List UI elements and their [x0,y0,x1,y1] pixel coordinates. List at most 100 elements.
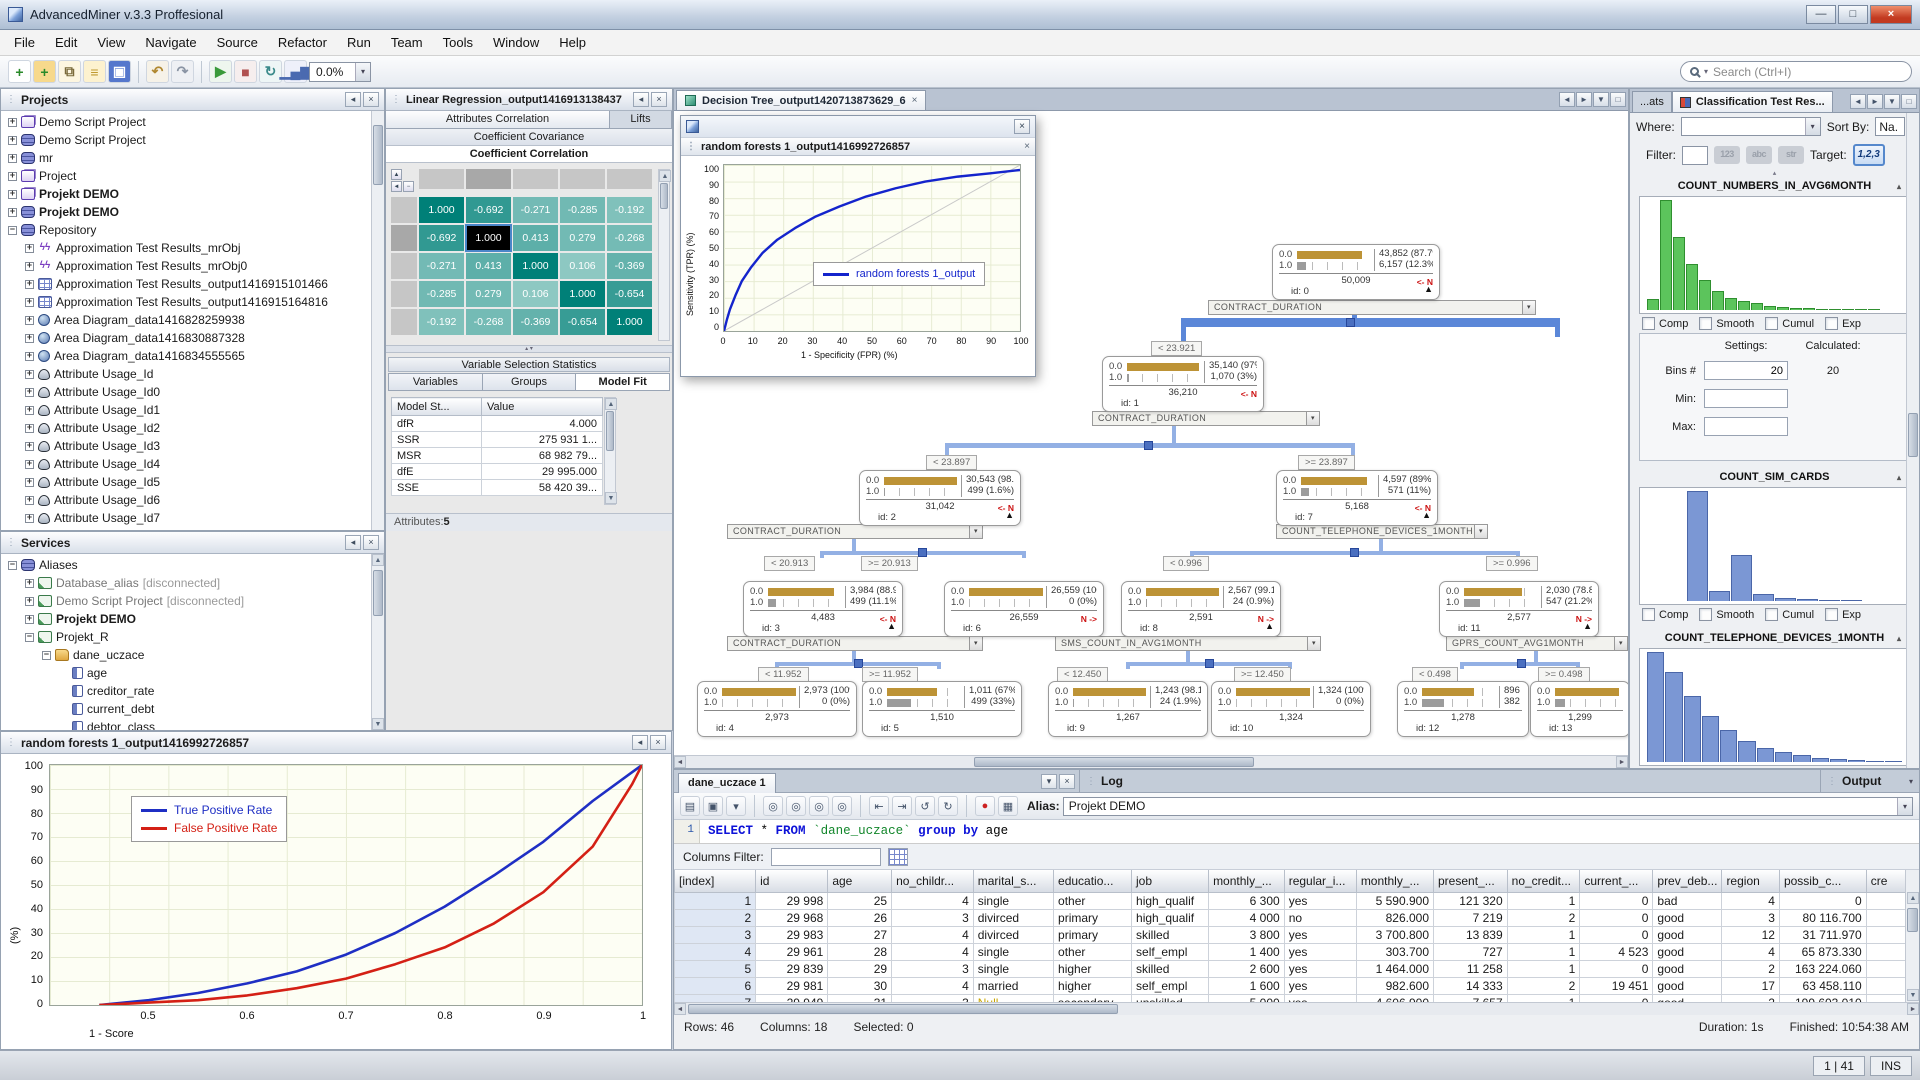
column-header[interactable]: marital_s... [973,870,1053,892]
menu-edit[interactable]: Edit [45,32,87,53]
expand-icon[interactable]: + [25,388,34,397]
expand-icon[interactable]: + [25,615,34,624]
column-header[interactable]: no_childr... [892,870,974,892]
tree-node-5[interactable]: 0.01,011 (67%) 1.0499 (33%) 1,510 id: 5 [862,681,1022,737]
matrix-cell[interactable]: 0.106 [513,281,558,307]
collapse-icon[interactable]: ▴ [1897,630,1901,647]
menu-run[interactable]: Run [337,32,381,53]
stats-row[interactable]: SSE58 420 39... [392,480,603,496]
column-header[interactable]: region [1722,870,1780,892]
tree-item[interactable]: age [4,664,371,682]
minimize-pane-icon[interactable]: ▾ [1041,774,1057,789]
table-horizontal-scrollbar[interactable]: ◄ ► [674,1002,1919,1015]
matrix-cell[interactable]: 1.000 [560,281,605,307]
expand-icon[interactable]: + [25,406,34,415]
where-combo[interactable]: ▾ [1681,117,1821,136]
column-header[interactable]: possib_c... [1779,870,1866,892]
expand-icon[interactable]: + [25,370,34,379]
branch-handle-icon[interactable] [1517,659,1526,668]
refresh-icon[interactable]: ↻ [259,60,282,83]
collapse-icon[interactable]: − [42,651,51,660]
dock-icon[interactable]: ◂ [632,735,648,750]
shift-right-icon[interactable]: ⇥ [892,796,912,816]
matrix-cell[interactable]: -0.654 [560,309,605,335]
tree-node-4[interactable]: 0.02,973 (100%) 1.00 (0%) 2,973 id: 4 [697,681,857,737]
tree-item[interactable]: +Project [4,167,371,185]
tab-lifts[interactable]: Lifts [610,111,672,128]
expand-icon[interactable]: + [25,478,34,487]
matrix-row-header[interactable] [391,309,417,335]
close-icon[interactable]: × [363,535,379,550]
menu-tools[interactable]: Tools [433,32,483,53]
tab-variables[interactable]: Variables [388,373,483,391]
numeric-type-icon[interactable]: 123 [1714,146,1740,164]
tree-item[interactable]: +ϟϟApproximation Test Results_mrObj0 [4,257,371,275]
tree-item[interactable]: +Attribute Usage_Id5 [4,473,371,491]
tree-node-9[interactable]: 0.01,243 (98.1%) 1.024 (1.9%) 1,267 id: … [1048,681,1208,737]
close-icon[interactable]: × [912,95,918,106]
tree-node-10[interactable]: 0.01,324 (100%) 1.00 (0%) 1,324 id: 10 [1211,681,1371,737]
table-row[interactable]: 529 839293singlehigherskilled2 600yes1 4… [675,960,1919,977]
close-icon[interactable]: × [363,92,379,107]
matrix-cell[interactable]: 0.279 [466,281,511,307]
collapse-icon[interactable]: ▴ [1897,469,1901,486]
bins-input[interactable] [1704,361,1788,380]
split-attribute-dropdown[interactable]: COUNT_TELEPHONE_DEVICES_1MONTH▾ [1276,524,1488,539]
expand-icon[interactable]: + [25,514,34,523]
menu-file[interactable]: File [4,32,45,53]
tree-item[interactable]: +Attribute Usage_Id7 [4,509,371,527]
scroll-left-icon[interactable]: ◄ [1850,94,1866,109]
table-row[interactable]: 429 961284singleotherself_empl1 400yes30… [675,943,1919,960]
tree-item[interactable]: current_debt [4,700,371,718]
linreg-panel-header[interactable]: ⋮ Linear Regression_output1416913138437 … [386,89,672,111]
matrix-cell[interactable]: 0.106 [560,253,605,279]
tree-item[interactable]: −Aliases [4,556,371,574]
tree-item[interactable]: +Demo Script Project [4,131,371,149]
matrix-col-header[interactable] [560,169,605,189]
expand-icon[interactable]: + [8,208,17,217]
stats-row[interactable]: dfE29 995.000 [392,464,603,480]
stats-col-value[interactable]: Value [482,398,603,416]
checkbox-cumul[interactable] [1765,608,1778,621]
branch-handle-icon[interactable] [1144,441,1153,450]
stats-scrollbar[interactable]: ▲ ▼ [604,397,616,505]
alias-combo[interactable]: Projekt DEMO ▾ [1063,797,1913,816]
tree-node-11[interactable]: 0.02,030 (78.8%) 1.0547 (21.2%) 2,577N -… [1439,581,1599,637]
tree-node-12[interactable]: 0.0896 (70.1%) 1.0382 (29.9%) 1,278 id: … [1397,681,1529,737]
matrix-cell[interactable]: -0.192 [419,309,464,335]
tab-classification-test-results[interactable]: Classification Test Res... [1672,91,1833,112]
matrix-col-header[interactable] [513,169,558,189]
dock-icon[interactable]: ◂ [345,535,361,550]
collapse-icon[interactable]: ▴ [1897,178,1901,195]
services-panel-header[interactable]: ⋮ Services ◂ × [1,532,384,554]
matrix-cell[interactable]: -0.268 [607,225,652,251]
column-header[interactable]: monthly_... [1209,870,1285,892]
tree-node-13[interactable]: 0.01,134 (8 1.0165 (1 1,299 id: 13 [1530,681,1629,737]
chevron-down-icon[interactable]: ▾ [1909,777,1913,786]
table-row[interactable]: 229 968263divircedprimaryhigh_qualif4 00… [675,909,1919,926]
splitter-handle[interactable]: ▴ ▾ [386,345,672,353]
column-header[interactable]: present_... [1434,870,1508,892]
string-type-icon[interactable]: str [1778,146,1804,164]
menu-help[interactable]: Help [549,32,596,53]
expand-icon[interactable]: + [8,172,17,181]
matrix-cell[interactable]: -0.285 [560,197,605,223]
expand-icon[interactable]: + [25,244,34,253]
matrix-cell[interactable]: -0.285 [419,281,464,307]
checkbox-smooth[interactable] [1699,317,1712,330]
tree-item[interactable]: +Projekt DEMO [4,610,371,628]
sortby-value[interactable]: Na. [1875,117,1905,136]
checkbox-exp[interactable] [1825,317,1838,330]
open-icon[interactable]: ▤ [680,796,700,816]
scroll-right-icon[interactable]: ► [1867,94,1883,109]
matrix-col-header[interactable] [607,169,652,189]
tree-item[interactable]: +Attribute Usage_Id [4,365,371,383]
matrix-cell[interactable]: -0.692 [466,197,511,223]
maximize-pane-icon[interactable]: □ [1901,94,1917,109]
tree-item[interactable]: +Attribute Usage_Id1 [4,401,371,419]
close-icon[interactable]: × [1024,141,1030,152]
menu-window[interactable]: Window [483,32,549,53]
stats-row[interactable]: dfR4.000 [392,416,603,432]
checkbox-exp[interactable] [1825,608,1838,621]
expand-icon[interactable]: + [8,154,17,163]
